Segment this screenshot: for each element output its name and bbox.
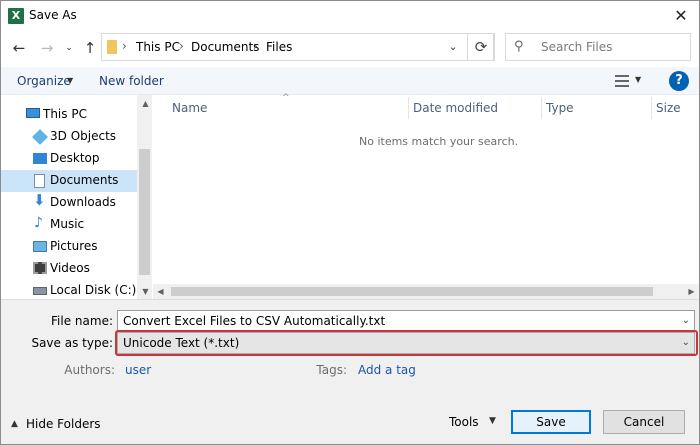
folder-icon bbox=[107, 40, 117, 54]
up-arrow-icon[interactable]: ↑ bbox=[80, 37, 100, 59]
refresh-icon[interactable]: ⟳ bbox=[467, 33, 495, 61]
pictures-icon bbox=[33, 241, 47, 252]
column-size[interactable]: Size bbox=[656, 101, 681, 115]
file-name-value: Convert Excel Files to CSV Automatically… bbox=[123, 314, 386, 328]
cancel-button[interactable]: Cancel bbox=[603, 410, 685, 434]
empty-folder-message: No items match your search. bbox=[359, 135, 519, 148]
tools-button[interactable]: Tools bbox=[449, 415, 479, 429]
sort-ascending-icon: ^ bbox=[282, 93, 290, 103]
organize-button[interactable]: Organize bbox=[17, 74, 71, 88]
sidebar-item-label: Videos bbox=[50, 261, 90, 275]
caret-down-icon[interactable]: ▼ bbox=[635, 75, 641, 84]
file-name-label: File name: bbox=[51, 314, 113, 328]
help-icon[interactable]: ? bbox=[669, 71, 689, 91]
back-arrow-icon[interactable]: ← bbox=[9, 37, 29, 59]
music-icon: ♪ bbox=[34, 215, 43, 231]
sidebar-item-downloads[interactable]: ⬇ Downloads bbox=[1, 192, 137, 214]
add-tag-link[interactable]: Add a tag bbox=[358, 363, 416, 377]
breadcrumb-documents[interactable]: Documents bbox=[191, 40, 259, 54]
caret-down-icon[interactable]: ▼ bbox=[489, 416, 496, 426]
sidebar-item-label: Pictures bbox=[50, 239, 98, 253]
command-bar: Organize ▼ New folder ▼ ? bbox=[1, 67, 699, 95]
search-box[interactable]: ⚲ Search Files bbox=[505, 33, 691, 61]
drive-icon bbox=[33, 287, 47, 295]
videos-icon bbox=[33, 262, 47, 274]
sidebar-item-pictures[interactable]: Pictures bbox=[1, 236, 137, 258]
window-title: Save As bbox=[29, 8, 77, 22]
column-divider[interactable] bbox=[651, 97, 652, 119]
sidebar-item-label: Music bbox=[50, 217, 85, 231]
scroll-up-icon[interactable]: ▲ bbox=[138, 99, 153, 108]
save-button[interactable]: Save bbox=[511, 410, 591, 434]
column-divider[interactable] bbox=[541, 97, 542, 119]
sidebar-item-desktop[interactable]: Desktop bbox=[1, 148, 137, 170]
caret-down-icon[interactable]: ▼ bbox=[67, 76, 73, 85]
sidebar-item-label: Downloads bbox=[50, 195, 116, 209]
column-type[interactable]: Type bbox=[546, 101, 574, 115]
view-options-icon[interactable] bbox=[615, 75, 629, 87]
close-icon[interactable]: ✕ bbox=[669, 4, 693, 28]
recent-locations-chevron-icon[interactable]: ⌄ bbox=[59, 37, 79, 59]
authors-label: Authors: bbox=[64, 363, 115, 377]
new-folder-button[interactable]: New folder bbox=[99, 74, 164, 88]
documents-icon bbox=[34, 174, 45, 188]
chevron-right-icon[interactable]: › bbox=[253, 39, 258, 53]
address-history-chevron-icon[interactable]: ⌄ bbox=[443, 33, 463, 61]
save-as-type-label: Save as type: bbox=[31, 336, 113, 350]
chevron-right-icon[interactable]: › bbox=[179, 39, 184, 53]
sidebar-item-3d-objects[interactable]: 3D Objects bbox=[1, 126, 137, 148]
highlight-box bbox=[115, 330, 698, 356]
hide-folders-label: Hide Folders bbox=[26, 417, 101, 431]
column-name[interactable]: Name bbox=[172, 101, 207, 115]
column-divider[interactable] bbox=[408, 97, 409, 119]
sidebar-item-label: Documents bbox=[50, 173, 119, 187]
caret-up-icon: ▲ bbox=[11, 419, 18, 429]
address-bar[interactable]: › This PC › Documents › Files bbox=[101, 33, 494, 61]
sidebar-item-documents[interactable]: Documents bbox=[1, 170, 137, 192]
sidebar-item-label: 3D Objects bbox=[50, 129, 117, 143]
tags-label: Tags: bbox=[316, 363, 347, 377]
chevron-down-icon[interactable]: ⌄ bbox=[682, 311, 690, 331]
title-bar: X Save As ✕ bbox=[1, 1, 699, 31]
desktop-icon bbox=[33, 153, 47, 164]
sidebar-item-videos[interactable]: Videos bbox=[1, 258, 137, 280]
sidebar-item-music[interactable]: ♪ Music bbox=[1, 214, 137, 236]
file-list-hscrollbar-thumb[interactable] bbox=[171, 287, 653, 296]
chevron-right-icon[interactable]: › bbox=[122, 39, 127, 53]
scroll-down-icon[interactable]: ▼ bbox=[138, 287, 153, 296]
file-name-input[interactable]: Convert Excel Files to CSV Automatically… bbox=[117, 310, 695, 332]
search-input[interactable]: Search Files bbox=[541, 40, 612, 54]
breadcrumb-files[interactable]: Files bbox=[266, 40, 292, 54]
sidebar-item-label: Local Disk (C:) bbox=[50, 283, 137, 297]
sidebar-item-this-pc[interactable]: This PC bbox=[1, 104, 137, 126]
save-as-dialog: X Save As ✕ ← → ⌄ ↑ › This PC › Document… bbox=[0, 0, 700, 445]
3d-objects-icon bbox=[32, 129, 48, 145]
sidebar-scrollbar-thumb[interactable] bbox=[139, 149, 150, 275]
excel-icon: X bbox=[8, 8, 24, 24]
pc-icon bbox=[26, 108, 40, 118]
scroll-left-icon[interactable]: ◀ bbox=[153, 287, 168, 296]
breadcrumb-this-pc[interactable]: This PC bbox=[136, 40, 180, 54]
navigation-pane: ▲ This PC 3D Objects Desktop Documents ⬇… bbox=[1, 95, 152, 299]
forward-arrow-icon[interactable]: → bbox=[37, 37, 57, 59]
authors-link[interactable]: user bbox=[125, 363, 151, 377]
sidebar-item-label: Desktop bbox=[50, 151, 100, 165]
column-date-modified[interactable]: Date modified bbox=[413, 101, 498, 115]
downloads-icon: ⬇ bbox=[33, 191, 46, 209]
sidebar-item-label: This PC bbox=[43, 107, 87, 121]
search-icon: ⚲ bbox=[514, 39, 524, 54]
scroll-right-icon[interactable]: ▶ bbox=[684, 287, 699, 296]
